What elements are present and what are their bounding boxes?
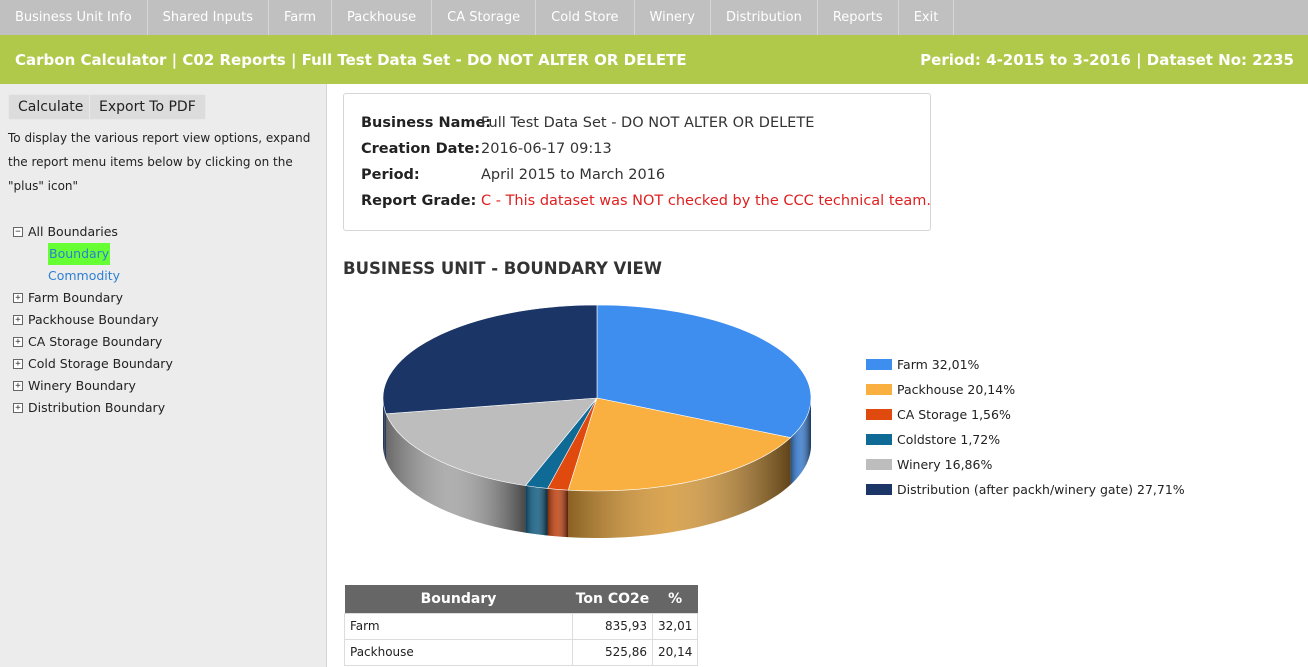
nav-packhouse[interactable]: Packhouse (332, 0, 433, 35)
expand-icon[interactable]: + (13, 315, 23, 325)
help-text: To display the various report view optio… (8, 131, 311, 193)
legend-label: Packhouse 20,14% (897, 382, 1016, 397)
legend-item-ca-storage[interactable]: CA Storage 1,56% (866, 402, 1185, 427)
table-row: Packhouse 525,86 20,14 (344, 638, 699, 666)
tree-item-boundary[interactable]: Boundary (13, 243, 173, 265)
creation-date-label: Creation Date: (361, 141, 481, 157)
period-row: Period: April 2015 to March 2016 (361, 167, 665, 183)
pie-slice-distribution[interactable] (382, 304, 598, 415)
tree-item-winery-boundary[interactable]: + Winery Boundary (13, 375, 173, 397)
report-tree: − All Boundaries Boundary Commodity + Fa… (13, 221, 173, 419)
boundary-pie-chart (382, 304, 812, 538)
legend-label: Coldstore 1,72% (897, 432, 1001, 447)
nav-reports[interactable]: Reports (818, 0, 899, 35)
pie-side-shading (547, 488, 569, 538)
pie-side-shading (525, 485, 548, 536)
tree-item-cold-storage-boundary[interactable]: + Cold Storage Boundary (13, 353, 173, 375)
creation-date-value: 2016-06-17 09:13 (481, 141, 612, 157)
table-cell-percent: 20,14 (651, 638, 699, 666)
legend-item-farm[interactable]: Farm 32,01% (866, 352, 1185, 377)
nav-winery[interactable]: Winery (635, 0, 711, 35)
legend-swatch (866, 359, 892, 370)
table-row: Farm 835,93 32,01 (344, 612, 699, 640)
report-grade-row: Report Grade: C - This dataset was NOT ch… (361, 193, 931, 209)
export-pdf-button[interactable]: Export To PDF (89, 94, 206, 120)
legend-item-winery[interactable]: Winery 16,86% (866, 452, 1185, 477)
legend-label: Winery 16,86% (897, 457, 993, 472)
column-header-ton-co2e: Ton CO2e (572, 585, 653, 613)
tree-item-ca-storage-boundary[interactable]: + CA Storage Boundary (13, 331, 173, 353)
pie-slices (382, 304, 812, 492)
tree-item-farm-boundary[interactable]: + Farm Boundary (13, 287, 173, 309)
section-title: BUSINESS UNIT - BOUNDARY VIEW (343, 259, 662, 278)
report-grade-value: C - This dataset was NOT checked by the … (481, 193, 932, 209)
expand-icon[interactable]: + (13, 359, 23, 369)
table-header-row: Boundary Ton CO2e % (344, 585, 698, 613)
legend-label: CA Storage 1,56% (897, 407, 1011, 422)
legend-label: Farm 32,01% (897, 357, 980, 372)
business-name-label: Business Name: (361, 115, 492, 131)
tree-item-label: Packhouse Boundary (28, 312, 159, 327)
legend-swatch (866, 434, 892, 445)
nav-farm[interactable]: Farm (269, 0, 333, 35)
nav-shared-inputs[interactable]: Shared Inputs (148, 0, 270, 35)
tree-item-label: CA Storage Boundary (28, 334, 163, 349)
sidebar: Calculate Export To PDF To display the v… (0, 84, 327, 667)
creation-date-row: Creation Date:2016-06-17 09:13 (361, 141, 612, 157)
report-grade-label: Report Grade: (361, 193, 477, 209)
expand-icon[interactable]: + (13, 403, 23, 413)
tree-item-packhouse-boundary[interactable]: + Packhouse Boundary (13, 309, 173, 331)
tree-item-distribution-boundary[interactable]: + Distribution Boundary (13, 397, 173, 419)
tree-item-label: All Boundaries (28, 224, 118, 239)
legend-swatch (866, 459, 892, 470)
tree-item-label: Farm Boundary (28, 290, 123, 305)
legend-item-distribution[interactable]: Distribution (after packh/winery gate) 2… (866, 477, 1185, 502)
chart-legend: Farm 32,01% Packhouse 20,14% CA Storage … (866, 352, 1185, 502)
table-cell-percent: 32,01 (651, 612, 699, 640)
nav-cold-store[interactable]: Cold Store (536, 0, 635, 35)
expand-icon[interactable]: + (13, 381, 23, 391)
tree-item-label: Winery Boundary (28, 378, 136, 393)
period-value: April 2015 to March 2016 (481, 167, 666, 183)
page-header: Carbon Calculator | C02 Reports | Full T… (0, 35, 1308, 84)
legend-item-packhouse[interactable]: Packhouse 20,14% (866, 377, 1185, 402)
period-label: Period: (361, 167, 420, 183)
legend-label: Distribution (after packh/winery gate) 2… (897, 482, 1185, 497)
tree-item-label: Boundary (48, 243, 111, 265)
top-nav: Business Unit Info Shared Inputs Farm Pa… (0, 0, 1308, 35)
calculate-button[interactable]: Calculate (8, 94, 94, 120)
tree-item-label: Cold Storage Boundary (28, 356, 173, 371)
tree-item-label: Distribution Boundary (28, 400, 166, 415)
expand-icon[interactable]: + (13, 337, 23, 347)
legend-swatch (866, 484, 892, 495)
report-info-box: Business Name:Full Test Data Set - DO NO… (343, 93, 931, 231)
table-cell-ton-co2e: 525,86 (572, 638, 653, 666)
nav-ca-storage[interactable]: CA Storage (432, 0, 537, 35)
business-name-row: Business Name:Full Test Data Set - DO NO… (361, 115, 814, 131)
tree-item-all-boundaries[interactable]: − All Boundaries (13, 221, 173, 243)
tree-item-commodity[interactable]: Commodity (13, 265, 173, 287)
boundary-table: Boundary Ton CO2e % Farm 835,93 32,01 Pa… (344, 585, 699, 666)
nav-business-unit-info[interactable]: Business Unit Info (0, 0, 148, 35)
business-name-value: Full Test Data Set - DO NOT ALTER OR DEL… (481, 115, 815, 131)
tree-item-label: Commodity (48, 268, 121, 283)
expand-icon[interactable]: + (13, 293, 23, 303)
legend-swatch (866, 409, 892, 420)
column-header-boundary: Boundary (344, 585, 573, 613)
period-dataset-info: Period: 4-2015 to 3-2016 | Dataset No: 2… (920, 51, 1294, 69)
table-cell-ton-co2e: 835,93 (572, 612, 653, 640)
nav-exit[interactable]: Exit (899, 0, 955, 35)
table-cell-boundary: Packhouse (344, 638, 573, 666)
legend-item-coldstore[interactable]: Coldstore 1,72% (866, 427, 1185, 452)
column-header-percent: % (652, 585, 698, 613)
nav-distribution[interactable]: Distribution (711, 0, 818, 35)
table-cell-boundary: Farm (344, 612, 573, 640)
page-title: Carbon Calculator | C02 Reports | Full T… (15, 51, 687, 69)
collapse-icon[interactable]: − (13, 227, 23, 237)
legend-swatch (866, 384, 892, 395)
